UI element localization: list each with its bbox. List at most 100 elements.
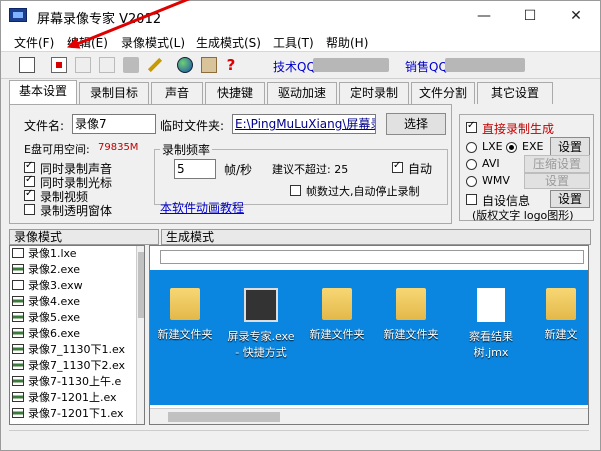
- close-button[interactable]: ✕: [553, 1, 599, 31]
- desktop-folder-4: 新建文: [526, 288, 588, 342]
- list-item[interactable]: 录像3.exw: [10, 278, 144, 294]
- frequency-title: 录制频率: [160, 141, 213, 158]
- list-item[interactable]: 录像7_1130下1.ex: [10, 342, 144, 358]
- app-window: 屏幕录像专家 V2012 — ☐ ✕ 文件(F) 编辑(E) 录像模式(L) 生…: [0, 0, 601, 451]
- file-name: 录像4.exe: [28, 295, 81, 308]
- stop-icon[interactable]: [99, 57, 115, 73]
- disk-space-value: 79835M: [98, 142, 139, 153]
- video-file-icon: [12, 312, 24, 322]
- preview-scroll-thumb[interactable]: [168, 412, 280, 422]
- tab-record-target[interactable]: 录制目标: [79, 82, 149, 104]
- menu-bar: 文件(F) 编辑(E) 录像模式(L) 生成模式(S) 工具(T) 帮助(H): [1, 31, 600, 51]
- list-item[interactable]: 录像4.exe: [10, 294, 144, 310]
- menu-file[interactable]: 文件(F): [14, 34, 54, 51]
- app-icon: [9, 8, 27, 22]
- new-file-icon[interactable]: [19, 57, 35, 73]
- format-avi-label: AVI: [482, 157, 500, 170]
- pause-icon[interactable]: [75, 57, 91, 73]
- timeline-slider[interactable]: [160, 250, 584, 264]
- list-item[interactable]: 录像7-1201上.ex: [10, 390, 144, 406]
- list-item[interactable]: 录像7-1130上午.e: [10, 374, 144, 390]
- pen-icon[interactable]: [147, 57, 163, 73]
- tab-scheduled[interactable]: 定时录制: [339, 82, 409, 104]
- menu-tools[interactable]: 工具(T): [273, 34, 314, 51]
- folder-icon: [322, 288, 352, 320]
- list-item[interactable]: 录像7-1201下1.ex: [10, 406, 144, 422]
- disk-space-label: E盘可用空间:: [24, 143, 90, 156]
- tech-qq-redacted: [313, 58, 389, 72]
- help-icon[interactable]: ?: [223, 57, 239, 73]
- wmv-settings-button[interactable]: 设置: [524, 173, 590, 189]
- menu-generate-mode[interactable]: 生成模式(S): [196, 34, 261, 51]
- filename-label: 文件名:: [24, 119, 65, 133]
- auto-stop-label: 帧数过大,自动停止录制: [306, 185, 420, 198]
- auto-checkbox[interactable]: [392, 160, 403, 173]
- file-name: 录像7-1130上午.e: [28, 375, 122, 388]
- record-sound-checkbox[interactable]: [24, 160, 35, 173]
- preview-scrollbar[interactable]: [150, 408, 588, 424]
- minimize-button[interactable]: —: [461, 1, 507, 31]
- recording-file-list[interactable]: 录像1.lxe 录像2.exe 录像3.exw 录像4.exe 录像5.exe 录像6.e…: [9, 245, 145, 425]
- format-wmv-radio[interactable]: [466, 176, 477, 187]
- format-avi-radio[interactable]: [466, 159, 477, 170]
- generate-mode-header[interactable]: 生成模式: [161, 229, 591, 245]
- record-cursor-checkbox[interactable]: [24, 174, 35, 187]
- generate-options-panel: 直接录制生成 LXE EXE 设置 AVI 压缩设置 WMV 设置 自设信息 设…: [459, 114, 594, 222]
- list-item[interactable]: 录像7_1130下2.ex: [10, 358, 144, 374]
- desktop-icon-label: 屏录专家.exe - 快捷方式: [227, 330, 295, 359]
- folder-icon: [170, 288, 200, 320]
- tab-basic[interactable]: 基本设置: [9, 80, 77, 104]
- video-file-icon: [12, 328, 24, 338]
- info-settings-button[interactable]: 设置: [550, 190, 590, 208]
- format-lxe-label: LXE: [482, 140, 503, 153]
- list-item[interactable]: 录像2.exe: [10, 262, 144, 278]
- desktop-preview: 新建文件夹 屏录专家.exe - 快捷方式 新建文件夹 新建文件夹 察看结果树.…: [150, 270, 588, 405]
- file-list-scrollbar[interactable]: [136, 246, 144, 424]
- globe-icon[interactable]: [177, 57, 193, 73]
- frequency-input[interactable]: 5: [174, 159, 216, 179]
- tab-sound[interactable]: 声音: [151, 82, 203, 104]
- menu-record-mode[interactable]: 录像模式(L): [121, 34, 185, 51]
- direct-generate-checkbox[interactable]: [466, 120, 477, 133]
- auto-label: 自动: [408, 162, 433, 176]
- compress-settings-button[interactable]: 压缩设置: [524, 155, 590, 173]
- file-list-scroll-thumb[interactable]: [138, 252, 144, 318]
- list-item[interactable]: 录像6.exe: [10, 326, 144, 342]
- video-file-icon: [12, 392, 24, 402]
- record-icon[interactable]: [51, 57, 67, 73]
- tab-driver[interactable]: 驱动加速: [267, 82, 337, 104]
- file-name: 录像5.exe: [28, 311, 81, 324]
- gift-icon[interactable]: [201, 57, 217, 73]
- record-video-checkbox[interactable]: [24, 188, 35, 201]
- file-name: 录像2.exe: [28, 263, 81, 276]
- frequency-limit: 建议不超过: 25: [272, 163, 349, 176]
- list-item[interactable]: 录像5.exe: [10, 310, 144, 326]
- custom-info-checkbox[interactable]: [466, 194, 477, 205]
- list-item[interactable]: 录像1.lxe: [10, 246, 144, 262]
- tab-other[interactable]: 其它设置: [477, 82, 553, 104]
- video-file-icon: [12, 408, 24, 418]
- file-name: 录像7-1201上.ex: [28, 391, 117, 404]
- record-transparent-checkbox[interactable]: [24, 204, 35, 215]
- desktop-folder-3: 新建文件夹: [376, 288, 446, 342]
- maximize-button[interactable]: ☐: [507, 1, 553, 31]
- format-exe-radio[interactable]: [506, 142, 517, 153]
- menu-help[interactable]: 帮助(H): [326, 34, 368, 51]
- filename-input[interactable]: 录像7: [72, 114, 156, 134]
- camera-icon[interactable]: [123, 57, 139, 73]
- copyright-label: (版权文字 logo图形): [472, 209, 574, 222]
- desktop-icon-label: 察看结果树.jmx: [469, 330, 513, 359]
- tutorial-link[interactable]: 本软件动画教程: [160, 199, 244, 216]
- tab-file-split[interactable]: 文件分割: [411, 82, 475, 104]
- desktop-folder-2: 新建文件夹: [302, 288, 372, 342]
- exe-settings-button[interactable]: 设置: [550, 137, 590, 157]
- frequency-unit: 帧/秒: [224, 163, 253, 177]
- browse-button[interactable]: 选择: [386, 113, 446, 135]
- tempdir-input[interactable]: E:\PingMuLuXiang\屏幕录: [232, 114, 376, 134]
- record-mode-header[interactable]: 录像模式: [9, 229, 159, 245]
- video-file-icon: [12, 296, 24, 306]
- video-file-icon: [12, 264, 24, 274]
- format-lxe-radio[interactable]: [466, 142, 477, 153]
- tab-hotkeys[interactable]: 快捷键: [205, 82, 265, 104]
- auto-stop-checkbox[interactable]: [290, 185, 301, 196]
